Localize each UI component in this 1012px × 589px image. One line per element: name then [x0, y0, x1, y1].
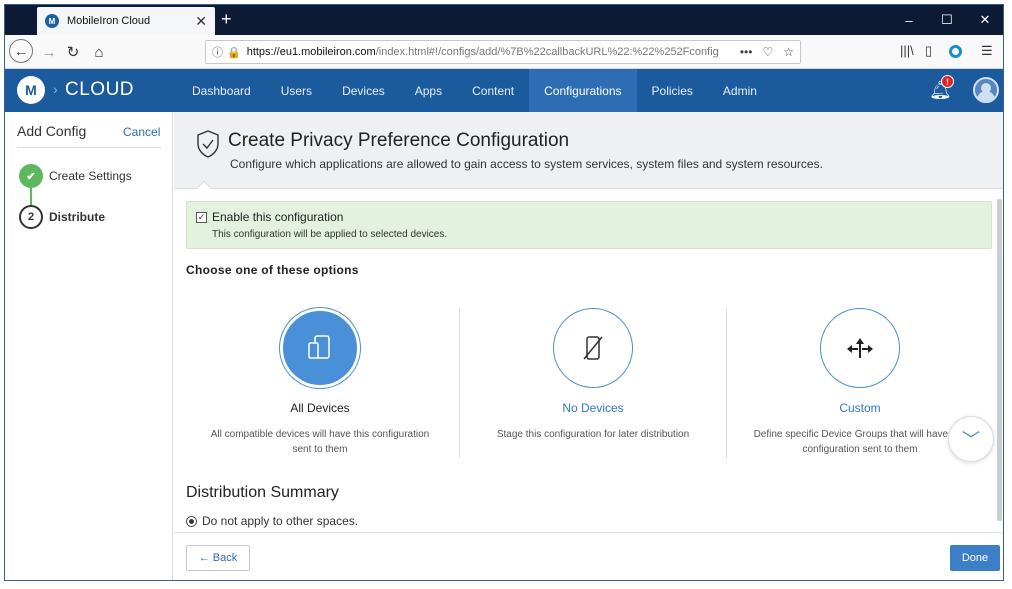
reload-button[interactable]: ↻ — [61, 41, 85, 63]
page-subtitle: Configure which applications are allowed… — [230, 157, 823, 171]
browser-toolbar: ← → ↻ ⌂ ⓘ 🔒 https://eu1.mobileiron.com/i… — [5, 35, 1003, 69]
nav-content[interactable]: Content — [457, 69, 529, 112]
option-description: Define specific Device Groups that will … — [753, 429, 967, 455]
arrow-right-icon: → — [41, 43, 57, 61]
mobileiron-logo-icon[interactable]: M — [17, 76, 45, 104]
wizard-sidebar: Add Config Cancel ✔ Create Settings 2 Di… — [5, 112, 173, 580]
done-button[interactable]: Done — [950, 545, 1000, 571]
page-title: Create Privacy Preference Configuration — [228, 130, 570, 151]
distribution-summary-title: Distribution Summary — [186, 484, 339, 501]
mobileiron-favicon-icon: M — [45, 14, 59, 28]
main-content: Create Privacy Preference Configuration … — [174, 112, 1003, 580]
maximize-button[interactable]: ☐ — [927, 5, 967, 35]
url-text[interactable]: https://eu1.mobileiron.com/index.html#!/… — [247, 46, 734, 58]
option-description: All compatible devices will have this co… — [210, 429, 430, 455]
lock-icon: 🔒 — [227, 46, 241, 59]
nav-policies[interactable]: Policies — [637, 69, 708, 112]
main-nav: Dashboard Users Devices Apps Content Con… — [177, 69, 772, 112]
library-icon[interactable]: |||\ — [900, 43, 914, 58]
step-connector — [30, 188, 32, 206]
option-all-devices[interactable]: All Devices All compatible devices will … — [186, 308, 454, 460]
home-icon: ⌂ — [94, 43, 104, 61]
option-title: Custom — [839, 401, 881, 415]
nav-apps[interactable]: Apps — [400, 69, 457, 112]
devices-icon[interactable] — [280, 308, 360, 388]
option-description: Stage this configuration for later distr… — [496, 429, 690, 440]
nav-users[interactable]: Users — [266, 69, 327, 112]
split-arrows-icon[interactable] — [820, 308, 900, 388]
nav-admin[interactable]: Admin — [708, 69, 772, 112]
sidebar-icon[interactable]: ▯ — [925, 43, 932, 59]
option-title: All Devices — [290, 401, 350, 415]
back-button[interactable]: ← — [9, 39, 33, 63]
options-heading: Choose one of these options — [186, 263, 359, 277]
back-button[interactable]: ← Back — [186, 545, 250, 571]
brand-separator: › — [53, 81, 58, 97]
home-button[interactable]: ⌂ — [87, 41, 111, 63]
minimize-button[interactable]: – — [889, 5, 929, 35]
reload-icon: ↻ — [66, 44, 80, 61]
app-header: M › CLOUD Dashboard Users Devices Apps C… — [5, 69, 1003, 112]
nav-dashboard[interactable]: Dashboard — [177, 69, 266, 112]
arrow-left-icon: ← — [9, 39, 33, 63]
avatar[interactable] — [973, 77, 999, 103]
shield-icon — [197, 130, 219, 158]
info-icon[interactable]: ⓘ — [212, 44, 223, 60]
enable-checkbox[interactable]: ✓ — [196, 212, 207, 223]
divider — [17, 147, 161, 148]
page-actions-icon[interactable]: ••• — [740, 45, 753, 59]
step-create-settings[interactable]: ✔ Create Settings — [19, 164, 132, 188]
page-header: Create Privacy Preference Configuration … — [174, 112, 1003, 198]
pocket-icon[interactable]: ♡ — [762, 45, 773, 59]
nav-configurations[interactable]: Configurations — [529, 69, 637, 112]
close-window-button[interactable]: ✕ — [965, 5, 1003, 35]
step-label: Distribute — [49, 210, 106, 224]
option-no-devices[interactable]: No Devices Stage this configuration for … — [459, 308, 727, 460]
enable-config-panel: ✓ Enable this configuration This configu… — [186, 201, 992, 249]
step-label: Create Settings — [49, 169, 132, 183]
menu-icon[interactable]: ☰ — [981, 43, 993, 59]
enable-description: This configuration will be applied to se… — [212, 229, 448, 240]
browser-window: M MobileIron Cloud ✕ + – ☐ ✕ ← → ↻ ⌂ ⓘ 🔒… — [4, 4, 1004, 581]
content-scrollbar[interactable] — [996, 189, 1003, 529]
radio-button[interactable] — [186, 515, 197, 527]
scroll-thumb[interactable] — [997, 199, 1002, 521]
wizard-footer: ← Back Done — [174, 532, 1003, 580]
bookmark-star-icon[interactable]: ☆ — [783, 45, 794, 59]
tab-bar: M MobileIron Cloud ✕ + – ☐ ✕ — [5, 5, 1003, 35]
sidebar-title: Add Config — [17, 123, 87, 139]
tab-title: MobileIron Cloud — [67, 15, 151, 27]
checkmark-icon: ✔ — [19, 164, 43, 188]
brand-name: CLOUD — [65, 79, 135, 100]
new-tab-button[interactable]: + — [221, 9, 232, 29]
cancel-link[interactable]: Cancel — [123, 125, 160, 139]
chevron-down-icon[interactable]: ﹀ — [948, 416, 994, 462]
header-caret — [195, 180, 213, 198]
close-tab-icon[interactable]: ✕ — [195, 13, 207, 30]
sync-icon[interactable] — [949, 45, 962, 58]
enable-label[interactable]: Enable this configuration — [212, 210, 343, 224]
notification-badge: ! — [941, 75, 954, 88]
radio-label[interactable]: Do not apply to other spaces. — [202, 514, 358, 528]
step-distribute[interactable]: 2 Distribute — [19, 205, 105, 229]
url-bar[interactable]: ⓘ 🔒 https://eu1.mobileiron.com/index.htm… — [205, 40, 801, 64]
nav-devices[interactable]: Devices — [327, 69, 400, 112]
option-title: No Devices — [562, 401, 624, 415]
forward-button[interactable]: → — [37, 41, 61, 63]
browser-tab[interactable]: M MobileIron Cloud ✕ — [37, 7, 215, 35]
no-device-icon[interactable] — [553, 308, 633, 388]
distribution-radio[interactable]: Do not apply to other spaces. — [186, 514, 358, 528]
step-number: 2 — [19, 205, 43, 229]
